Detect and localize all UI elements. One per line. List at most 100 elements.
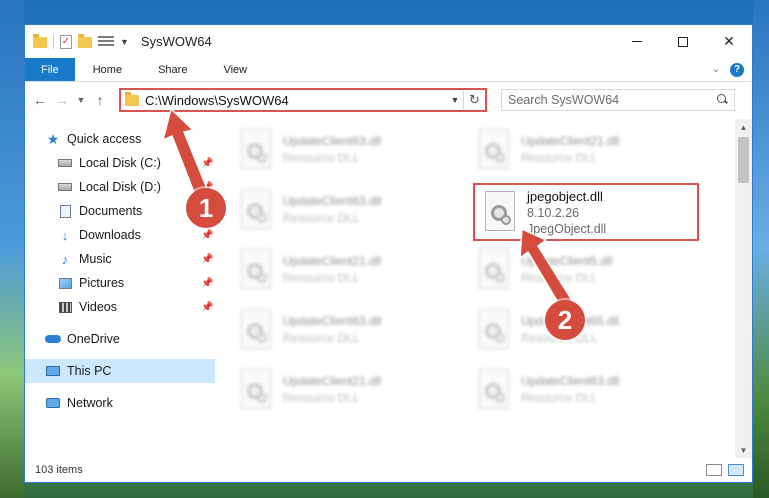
close-icon: ✕ <box>723 33 735 49</box>
list-item[interactable]: UpdateClient63.dll Resource DLL <box>235 183 455 235</box>
vertical-scrollbar[interactable]: ▲ ▼ <box>735 119 752 458</box>
file-type: Resource DLL <box>283 330 360 345</box>
nav-network[interactable]: Network <box>25 391 215 415</box>
item-count: 103 items <box>35 464 83 476</box>
navigation-pane: ★ Quick access Local Disk (C:) 📌 Local D… <box>25 119 215 458</box>
pin-icon: 📌 <box>201 157 214 169</box>
refresh-icon[interactable]: ↻ <box>463 90 485 110</box>
dll-file-icon <box>235 187 275 231</box>
window-title: SysWOW64 <box>140 34 212 49</box>
scroll-up-icon[interactable]: ▲ <box>735 119 752 135</box>
step-badge-2: 2 <box>545 300 585 340</box>
file-name: UpdateClient63.dll <box>521 373 620 388</box>
file-name: UpdateClient63.dll <box>283 193 382 208</box>
nav-label: Quick access <box>67 132 142 146</box>
back-icon[interactable]: ← <box>31 90 49 110</box>
forward-icon[interactable]: → <box>53 90 71 110</box>
details-view-icon[interactable] <box>706 464 722 476</box>
quick-access-toolbar: ✓ ▼ <box>25 34 129 49</box>
dll-file-icon <box>473 307 513 351</box>
list-item[interactable]: UpdateClient21.dll Resource DLL <box>235 243 455 295</box>
nav-pictures[interactable]: Pictures 📌 <box>25 271 215 295</box>
list-item[interactable]: UpdateClient63.dll Resource DLL <box>235 123 455 175</box>
list-item[interactable]: UpdateClient63.dll Resource DLL <box>473 363 693 415</box>
drive-icon <box>57 156 73 170</box>
maximize-icon <box>678 36 688 47</box>
minimize-button[interactable] <box>614 25 660 58</box>
expand-ribbon-icon[interactable]: ⌄ <box>712 64 720 75</box>
drive-icon <box>57 180 73 194</box>
search-icon[interactable] <box>716 94 728 106</box>
file-name: UpdateClient63.dll <box>283 313 382 328</box>
folder-icon[interactable] <box>33 34 47 48</box>
pin-icon: 📌 <box>201 229 214 241</box>
address-path[interactable]: C:\Windows\SysWOW64 <box>145 93 447 108</box>
explorer-body: ★ Quick access Local Disk (C:) 📌 Local D… <box>25 119 752 458</box>
search-box[interactable]: Search SysWOW64 <box>501 89 735 111</box>
nav-videos[interactable]: Videos 📌 <box>25 295 215 319</box>
search-input[interactable]: Search SysWOW64 <box>508 93 716 107</box>
file-name: UpdateClient21.dll <box>521 133 620 148</box>
file-name: UpdateClient5.dll <box>521 253 613 268</box>
scroll-thumb[interactable] <box>738 137 749 183</box>
properties-check-icon[interactable]: ✓ <box>60 34 72 49</box>
dll-file-icon <box>235 367 275 411</box>
toolbar-dropdown-icon[interactable]: ▼ <box>120 37 129 47</box>
ribbon-tabs: File Home Share View ⌄ ? <box>25 58 752 82</box>
address-bar[interactable]: C:\Windows\SysWOW64 ▼ ↻ <box>119 88 487 112</box>
file-name: jpegobject.dll <box>527 188 603 204</box>
file-type: Resource DLL <box>521 150 598 165</box>
nav-local-disk-d[interactable]: Local Disk (D:) 📌 <box>25 175 215 199</box>
nav-label: Videos <box>79 300 117 314</box>
folder-icon <box>125 91 139 106</box>
up-icon[interactable]: ↑ <box>91 90 109 110</box>
new-folder-icon[interactable] <box>78 34 92 48</box>
customize-toolbar-icon[interactable] <box>98 35 114 48</box>
nav-label: OneDrive <box>67 332 120 346</box>
help-icon[interactable]: ? <box>730 62 744 77</box>
pictures-icon <box>57 276 73 290</box>
highlighted-file-jpegobject[interactable]: jpegobject.dll 8.10.2.26 JpegObject.dll <box>473 183 699 241</box>
tab-home[interactable]: Home <box>75 58 140 81</box>
nav-downloads[interactable]: ↓ Downloads 📌 <box>25 223 215 247</box>
nav-this-pc[interactable]: This PC <box>25 359 215 383</box>
nav-label: Local Disk (D:) <box>79 180 161 194</box>
ribbon-right: ⌄ ? <box>712 58 752 81</box>
nav-label: Network <box>67 396 113 410</box>
address-dropdown-icon[interactable]: ▼ <box>447 95 463 105</box>
dll-file-icon <box>473 247 513 291</box>
list-item[interactable]: UpdateClient21.dll Resource DLL <box>235 363 455 415</box>
nav-onedrive[interactable]: OneDrive <box>25 327 215 351</box>
nav-local-disk-c[interactable]: Local Disk (C:) 📌 <box>25 151 215 175</box>
list-item[interactable]: UpdateClient21.dll Resource DLL <box>473 123 693 175</box>
recent-locations-icon[interactable]: ▼ <box>75 90 87 110</box>
tab-view[interactable]: View <box>205 58 265 81</box>
nav-label: This PC <box>67 364 112 378</box>
computer-icon <box>45 364 61 378</box>
close-button[interactable]: ✕ <box>706 25 752 58</box>
list-item[interactable]: UpdateClient5.dll Resource DLL <box>473 243 693 295</box>
maximize-button[interactable] <box>660 25 706 58</box>
file-type: Resource DLL <box>283 390 360 405</box>
step-badge-1: 1 <box>186 188 226 228</box>
nav-label: Music <box>79 252 112 266</box>
desktop-background-right <box>753 0 769 498</box>
network-icon <box>45 396 61 410</box>
file-description: JpegObject.dll <box>527 221 607 236</box>
documents-icon <box>57 204 73 218</box>
title-bar: ✓ ▼ SysWOW64 ✕ <box>25 25 752 58</box>
list-item[interactable]: UpdateClient63.dll Resource DLL <box>235 303 455 355</box>
tab-share[interactable]: Share <box>140 58 205 81</box>
pin-icon: 📌 <box>201 277 214 289</box>
window-controls: ✕ <box>614 25 752 58</box>
explorer-window: ✓ ▼ SysWOW64 ✕ File Home Share View ⌄ ? … <box>24 24 753 483</box>
file-type: Resource DLL <box>521 390 598 405</box>
nav-quick-access[interactable]: ★ Quick access <box>25 127 215 151</box>
nav-music[interactable]: ♪ Music 📌 <box>25 247 215 271</box>
tiles-view-icon[interactable] <box>728 464 744 476</box>
scroll-down-icon[interactable]: ▼ <box>735 442 752 458</box>
music-icon: ♪ <box>61 251 69 267</box>
tab-file[interactable]: File <box>25 58 75 81</box>
minimize-icon <box>632 41 642 42</box>
nav-label: Documents <box>79 204 143 218</box>
